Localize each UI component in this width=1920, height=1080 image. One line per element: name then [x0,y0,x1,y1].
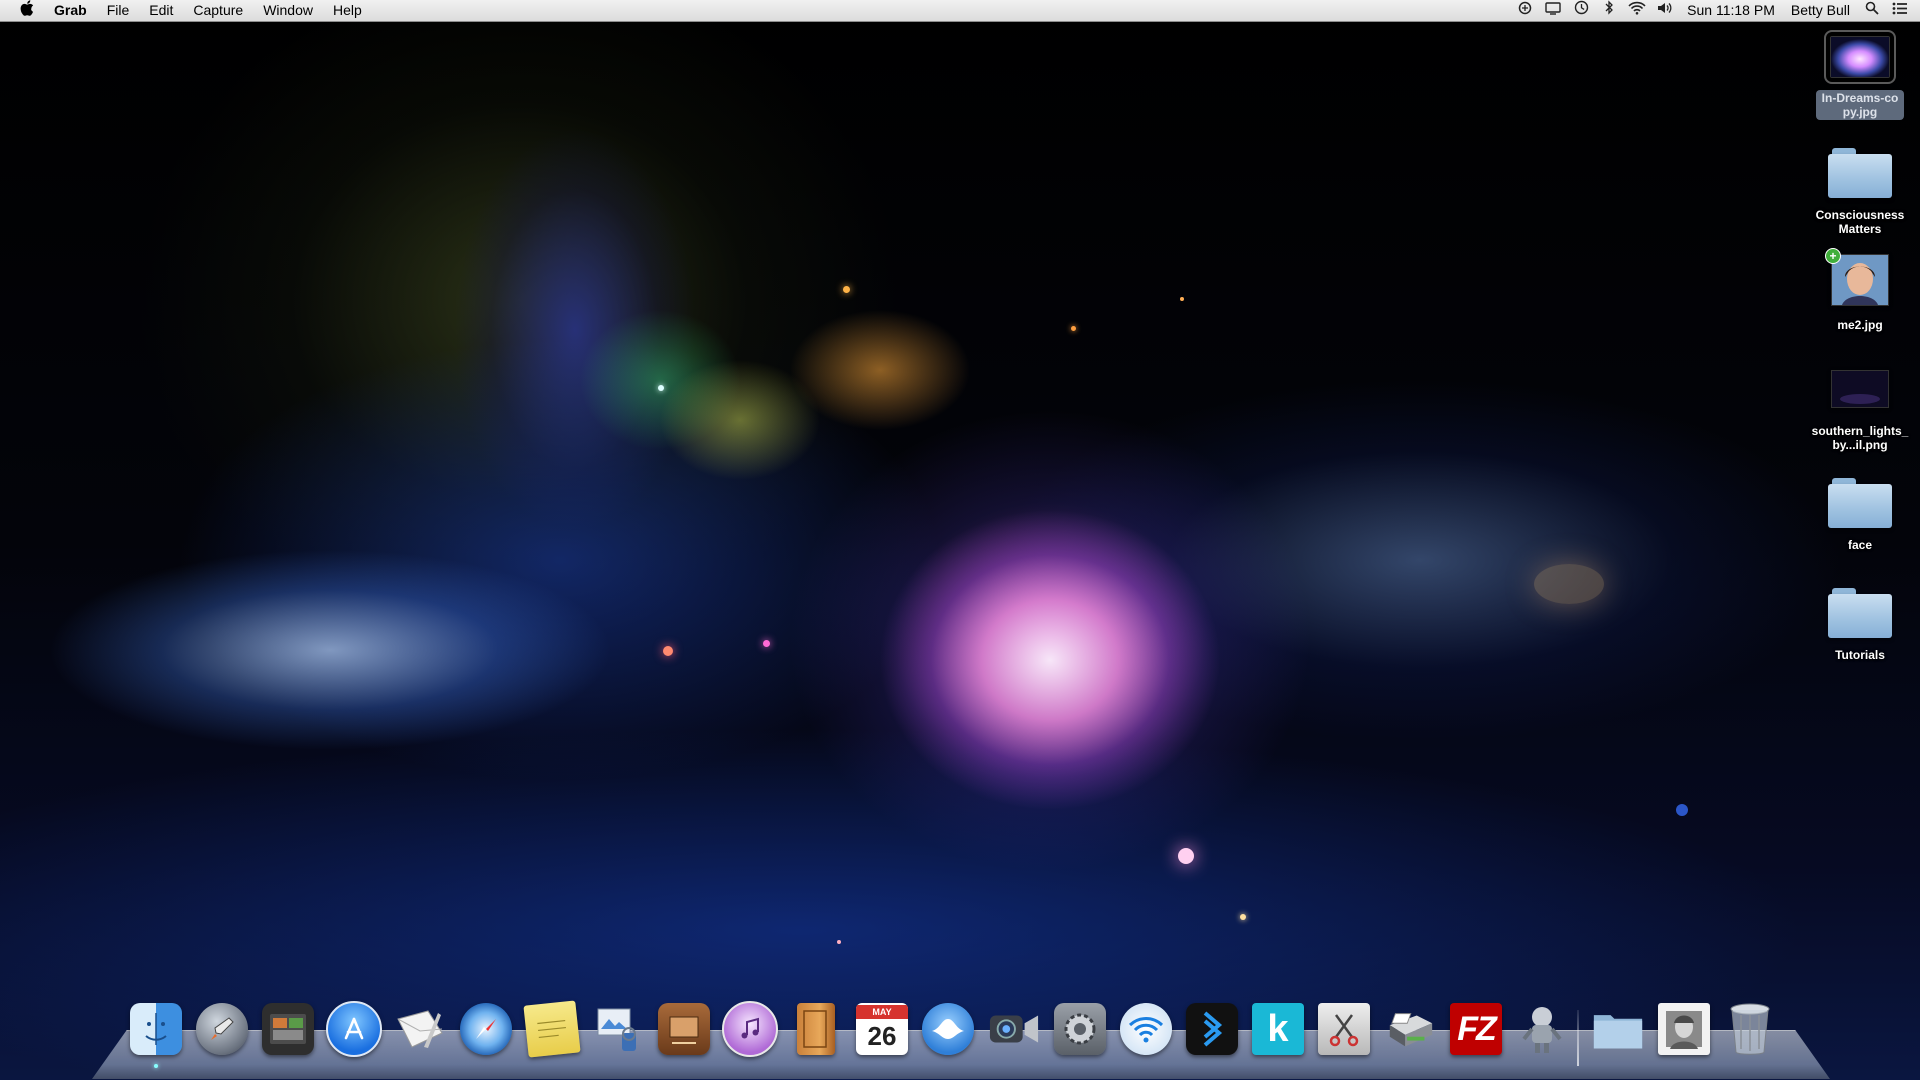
dock-preview-icon[interactable] [589,1000,647,1058]
dock-system-preferences-icon[interactable] [1051,1000,1109,1058]
bluetooth-icon[interactable] [1595,0,1623,21]
sync-icon[interactable] [1511,0,1539,21]
desktop-wallpaper [0,0,1920,1080]
dock-safari-icon[interactable] [457,1000,515,1058]
menu-user[interactable]: Betty Bull [1783,0,1858,21]
desktop-item-label: me2.jpg [1837,318,1883,332]
dock-deezer-icon[interactable] [1183,1000,1241,1058]
menu-clock[interactable]: Sun 11:18 PM [1679,0,1783,21]
notification-center-icon[interactable] [1886,0,1914,21]
menu-file[interactable]: File [97,0,140,21]
dock-slideshow-icon[interactable] [655,1000,713,1058]
dock-scissors-icon[interactable] [1315,1000,1373,1058]
desktop-item-face[interactable]: face [1810,478,1910,552]
folder-icon [1828,588,1892,638]
menu-bar: Grab File Edit Capture Window Help Sun 1… [0,0,1920,22]
time-machine-icon[interactable] [1567,0,1595,21]
folder-icon [1828,478,1892,528]
dock-photo-booth-icon[interactable] [259,1000,317,1058]
spotlight-icon[interactable] [1858,0,1886,21]
desktop-item-me2[interactable]: + me2.jpg [1810,248,1910,332]
desktop-item-label: In-Dreams-copy.jpg [1816,90,1904,120]
dock-kindle-icon[interactable]: k [1249,1000,1307,1058]
desktop-item-label: face [1847,538,1873,552]
volume-icon[interactable] [1651,0,1679,21]
dock-separator [1577,1010,1579,1066]
display-icon[interactable] [1539,0,1567,21]
dock-ibooks-icon[interactable] [787,1000,845,1058]
dock-filezilla-icon[interactable]: FZ [1447,1000,1505,1058]
dock-finder-icon[interactable] [127,1000,185,1068]
menu-window[interactable]: Window [253,0,323,21]
image-thumbnail-icon: + [1825,248,1889,306]
apple-menu-icon[interactable] [0,0,44,22]
image-thumbnail-icon [1824,30,1896,84]
desktop-item-consciousness-matters[interactable]: Consciousness Matters [1810,148,1910,236]
calendar-month: MAY [856,1005,908,1019]
desktop-item-label: Tutorials [1835,648,1885,662]
desktop-item-label: Consciousness Matters [1815,208,1905,236]
desktop-item-southern-lights[interactable]: southern_lights_by...il.png [1810,370,1910,452]
dock-app-store-icon[interactable] [325,1000,383,1058]
image-thumbnail-icon [1831,370,1889,408]
dock-mail-icon[interactable] [391,1000,449,1058]
dock-wifi-icon[interactable] [1117,1000,1175,1058]
menu-edit[interactable]: Edit [139,0,183,21]
desktop-item-in-dreams[interactable]: In-Dreams-copy.jpg [1810,28,1910,121]
dock-calendar-icon[interactable]: MAY 26 [853,1000,911,1058]
menu-app-grab[interactable]: Grab [44,0,97,21]
running-indicator [154,1064,158,1068]
dock-automator-icon[interactable] [1513,1000,1571,1058]
desktop-item-label: southern_lights_by...il.png [1811,424,1909,452]
dock-itunes-icon[interactable] [721,1000,779,1058]
dock-trash-icon[interactable] [1721,1000,1779,1058]
dock-mail-client-icon[interactable] [919,1000,977,1058]
calendar-day: 26 [867,1021,897,1051]
dock-documents-folder-icon[interactable] [1589,1000,1647,1058]
folder-icon [1828,148,1892,198]
desktop-item-tutorials[interactable]: Tutorials [1810,588,1910,662]
dock-launchpad-icon[interactable] [193,1000,251,1058]
dock-stickies-icon[interactable] [523,1000,581,1058]
add-badge-icon: + [1825,248,1841,264]
menu-capture[interactable]: Capture [183,0,253,21]
dock-facetime-icon[interactable] [985,1000,1043,1058]
dock-photo-stack-icon[interactable] [1655,1000,1713,1058]
menu-extras: Sun 11:18 PM Betty Bull [1511,0,1920,21]
dock-printer-icon[interactable] [1381,1000,1439,1058]
menu-help[interactable]: Help [323,0,372,21]
wifi-icon[interactable] [1623,0,1651,21]
